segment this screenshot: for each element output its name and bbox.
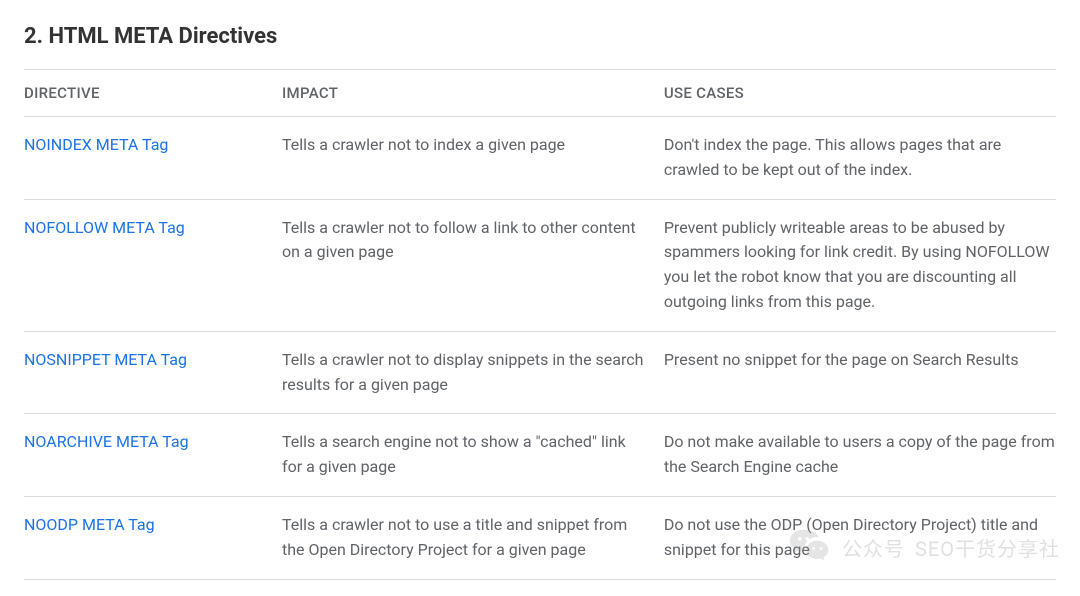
table-row: NOINDEX META Tag Tells a crawler not to …	[24, 117, 1056, 200]
table-row: NOARCHIVE META Tag Tells a search engine…	[24, 414, 1056, 497]
header-use-cases: USE CASES	[664, 70, 1056, 117]
use-cases-cell: Present no snippet for the page on Searc…	[664, 331, 1056, 414]
directive-link[interactable]: NOFOLLOW META Tag	[24, 218, 185, 237]
table-row: NOFOLLOW META Tag Tells a crawler not to…	[24, 199, 1056, 331]
use-cases-cell: Do not use the ODP (Open Directory Proje…	[664, 496, 1056, 579]
impact-cell: Tells a crawler not to use a title and s…	[282, 496, 664, 579]
impact-cell: Tells a crawler not to index a given pag…	[282, 117, 664, 200]
table-row: NOODP META Tag Tells a crawler not to us…	[24, 496, 1056, 579]
impact-cell: Tells a search engine not to show a "cac…	[282, 414, 664, 497]
directive-link[interactable]: NOODP META Tag	[24, 515, 155, 534]
impact-cell: Tells a crawler not to follow a link to …	[282, 199, 664, 331]
directive-link[interactable]: NOINDEX META Tag	[24, 135, 168, 154]
directive-link[interactable]: NOSNIPPET META Tag	[24, 350, 187, 369]
meta-directives-table: DIRECTIVE IMPACT USE CASES NOINDEX META …	[24, 69, 1056, 580]
table-header-row: DIRECTIVE IMPACT USE CASES	[24, 70, 1056, 117]
directive-link[interactable]: NOARCHIVE META Tag	[24, 432, 189, 451]
use-cases-cell: Don't index the page. This allows pages …	[664, 117, 1056, 200]
header-directive: DIRECTIVE	[24, 70, 282, 117]
section-title: 2. HTML META Directives	[24, 24, 1056, 49]
use-cases-cell: Do not make available to users a copy of…	[664, 414, 1056, 497]
impact-cell: Tells a crawler not to display snippets …	[282, 331, 664, 414]
header-impact: IMPACT	[282, 70, 664, 117]
table-row: NOSNIPPET META Tag Tells a crawler not t…	[24, 331, 1056, 414]
use-cases-cell: Prevent publicly writeable areas to be a…	[664, 199, 1056, 331]
